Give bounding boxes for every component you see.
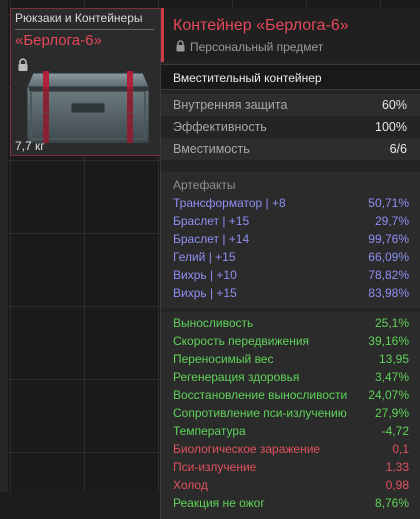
artifact-name: Трансформатор | +8 bbox=[173, 196, 286, 210]
artifact-row: Вихрь | +15 83,98% bbox=[173, 286, 409, 304]
item-name: «Берлога-6» bbox=[15, 32, 102, 49]
tooltip-title: Контейнер «Берлога-6» bbox=[173, 17, 349, 34]
effect-row: Пси-излучение 1,33 bbox=[173, 460, 409, 478]
stat-label: Эффективность bbox=[173, 120, 267, 134]
artifact-value: 78,82% bbox=[368, 268, 409, 282]
artifact-value: 66,09% bbox=[368, 250, 409, 264]
effect-value: 39,16% bbox=[368, 334, 409, 348]
artifact-value: 99,76% bbox=[368, 232, 409, 246]
lock-icon bbox=[176, 40, 185, 52]
artifact-row: Вихрь | +10 78,82% bbox=[173, 268, 409, 286]
stat-row: Вместимость 6/6 bbox=[161, 138, 420, 160]
stat-value: 6/6 bbox=[389, 142, 407, 156]
artifact-name: Вихрь | +10 bbox=[173, 268, 237, 282]
artifact-name: Браслет | +15 bbox=[173, 214, 250, 228]
artifact-row: Браслет | +14 99,76% bbox=[173, 232, 409, 250]
effect-row: Переносимый вес 13,95 bbox=[173, 352, 409, 370]
artifact-row: Браслет | +15 29,7% bbox=[173, 214, 409, 232]
inventory-bottom-strip bbox=[0, 492, 160, 519]
stat-row: Эффективность 100% bbox=[161, 116, 420, 138]
inventory-left-edge bbox=[0, 0, 8, 519]
artifact-value: 50,71% bbox=[368, 196, 409, 210]
effect-row: Выносливость 25,1% bbox=[173, 316, 409, 334]
item-category: Рюкзаки и Контейнеры bbox=[15, 11, 143, 25]
artifact-value: 83,98% bbox=[368, 286, 409, 300]
effect-value: 0,98 bbox=[385, 478, 409, 492]
effect-value: 0,1 bbox=[392, 442, 409, 456]
artifact-row: Гелий | +15 66,09% bbox=[173, 250, 409, 268]
artifact-name: Браслет | +14 bbox=[173, 232, 250, 246]
effect-row: Реакция не ожог 8,76% bbox=[173, 496, 409, 514]
effect-value: 27,9% bbox=[374, 406, 409, 420]
artifacts-title: Артефакты bbox=[173, 178, 236, 192]
effect-value: 13,95 bbox=[378, 352, 409, 366]
stat-value: 100% bbox=[375, 120, 407, 134]
tooltip-header: Контейнер «Берлога-6» Персональный предм… bbox=[161, 8, 420, 62]
effect-label: Сопротивление пси-излучению bbox=[173, 406, 347, 420]
effect-label: Реакция не ожог bbox=[173, 496, 265, 510]
container-box-image bbox=[26, 71, 150, 144]
effect-label: Выносливость bbox=[173, 316, 254, 330]
effect-value: 24,07% bbox=[368, 388, 409, 402]
effect-label: Восстановление выносливости bbox=[173, 388, 348, 402]
effect-label: Биологическое заражение bbox=[173, 442, 321, 456]
effect-value: 1,33 bbox=[385, 460, 409, 474]
effect-row: Биологическое заражение 0,1 bbox=[173, 442, 409, 460]
effect-label: Скорость передвижения bbox=[173, 334, 310, 348]
artifact-name: Вихрь | +15 bbox=[173, 286, 237, 300]
artifact-row: Трансформатор | +8 50,71% bbox=[173, 196, 409, 214]
effect-row: Температура -4,72 bbox=[173, 424, 409, 442]
item-tooltip: Контейнер «Берлога-6» Персональный предм… bbox=[160, 8, 420, 519]
stat-value: 60% bbox=[381, 98, 407, 112]
stat-row: Внутренняя защита 60% bbox=[161, 94, 420, 116]
stat-label: Внутренняя защита bbox=[173, 98, 288, 112]
effect-value: 3,47% bbox=[374, 370, 409, 384]
artifact-value: 29,7% bbox=[374, 214, 409, 228]
item-weight: 7,7 кг bbox=[15, 139, 45, 153]
selected-item-card[interactable]: Рюкзаки и Контейнеры «Берлога-6» 7,7 кг bbox=[10, 8, 163, 156]
category-divider bbox=[15, 29, 154, 30]
effect-row: Регенерация здоровья 3,47% bbox=[173, 370, 409, 388]
effect-label: Температура bbox=[173, 424, 246, 438]
effect-label: Холод bbox=[173, 478, 208, 492]
effect-label: Пси-излучение bbox=[173, 460, 257, 474]
effect-label: Регенерация здоровья bbox=[173, 370, 300, 384]
artifacts-section: Артефакты Трансформатор | +8 50,71% Брас… bbox=[161, 172, 420, 308]
tooltip-subtitle: Персональный предмет bbox=[190, 40, 324, 54]
effect-row: Восстановление выносливости 24,07% bbox=[173, 388, 409, 406]
effect-value: -4,72 bbox=[381, 424, 409, 438]
effects-section: Выносливость 25,1% Скорость передвижения… bbox=[161, 312, 420, 519]
item-type: Вместительный контейнер bbox=[161, 64, 420, 90]
effect-label: Переносимый вес bbox=[173, 352, 274, 366]
item-type-label: Вместительный контейнер bbox=[173, 71, 322, 85]
effect-value: 25,1% bbox=[374, 316, 409, 330]
effect-row: Скорость передвижения 39,16% bbox=[173, 334, 409, 352]
stat-label: Вместимость bbox=[173, 142, 250, 156]
effect-row: Холод 0,98 bbox=[173, 478, 409, 496]
artifact-name: Гелий | +15 bbox=[173, 250, 236, 264]
effect-row: Сопротивление пси-излучению 27,9% bbox=[173, 406, 409, 424]
effect-value: 8,76% bbox=[374, 496, 409, 510]
